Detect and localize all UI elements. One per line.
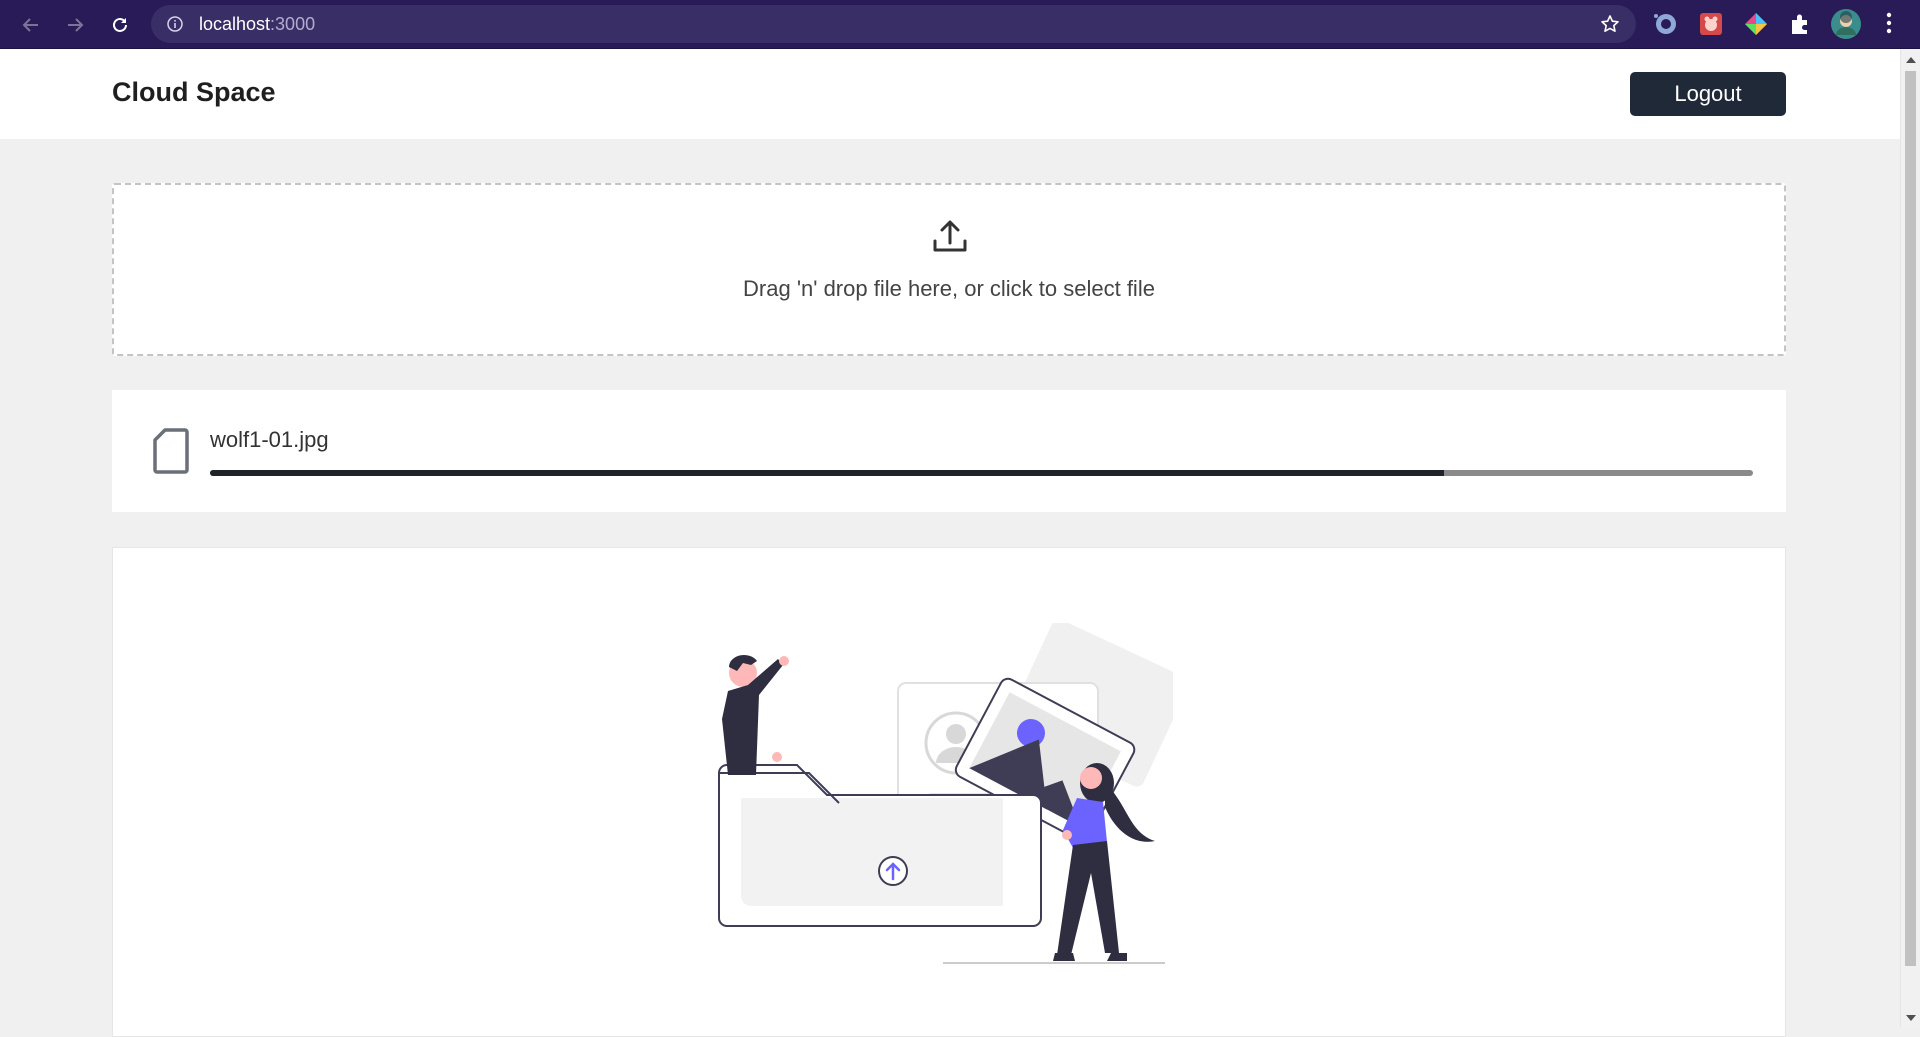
upload-progress-fill (210, 470, 1445, 476)
file-icon (153, 428, 189, 474)
scrollbar-thumb[interactable] (1905, 71, 1916, 966)
upload-progress-bar (210, 470, 1753, 476)
address-bar[interactable]: localhost:3000 (151, 5, 1636, 43)
logout-button[interactable]: Logout (1630, 72, 1786, 116)
back-arrow-icon (22, 18, 38, 32)
extension-2-icon[interactable] (1698, 11, 1724, 37)
reload-button[interactable] (105, 10, 135, 40)
info-icon (167, 16, 183, 32)
forward-arrow-icon (68, 18, 84, 32)
profile-avatar[interactable] (1830, 8, 1862, 40)
browser-menu-icon[interactable] (1886, 11, 1892, 40)
upload-file-name: wolf1-01.jpg (210, 427, 329, 452)
bookmark-star-icon[interactable] (1600, 14, 1620, 34)
upload-icon (933, 220, 967, 252)
upload-illustration (718, 623, 1173, 964)
browser-toolbar: localhost:3000 (0, 0, 1920, 49)
scroll-down-arrow-icon[interactable] (1906, 1015, 1916, 1021)
file-dropzone[interactable]: Drag 'n' drop file here, or click to sel… (112, 183, 1786, 356)
files-panel (112, 547, 1786, 1037)
url-host: localhost (199, 14, 271, 34)
dropzone-text: Drag 'n' drop file here, or click to sel… (743, 276, 1155, 301)
page-scrollbar[interactable] (1900, 49, 1920, 1027)
back-button[interactable] (16, 10, 46, 40)
url-port: :3000 (270, 14, 316, 34)
extensions-puzzle-icon[interactable] (1787, 11, 1813, 37)
scroll-up-arrow-icon[interactable] (1906, 57, 1916, 63)
forward-button[interactable] (60, 10, 90, 40)
url-text: localhost:3000 (199, 14, 315, 34)
app-title: Cloud Space (112, 77, 276, 107)
reload-icon (113, 17, 127, 32)
app-header: Cloud Space Logout (0, 49, 1900, 139)
extension-1-icon[interactable] (1652, 11, 1678, 37)
upload-item: wolf1-01.jpg (112, 390, 1786, 512)
extension-3-icon[interactable] (1743, 11, 1769, 37)
